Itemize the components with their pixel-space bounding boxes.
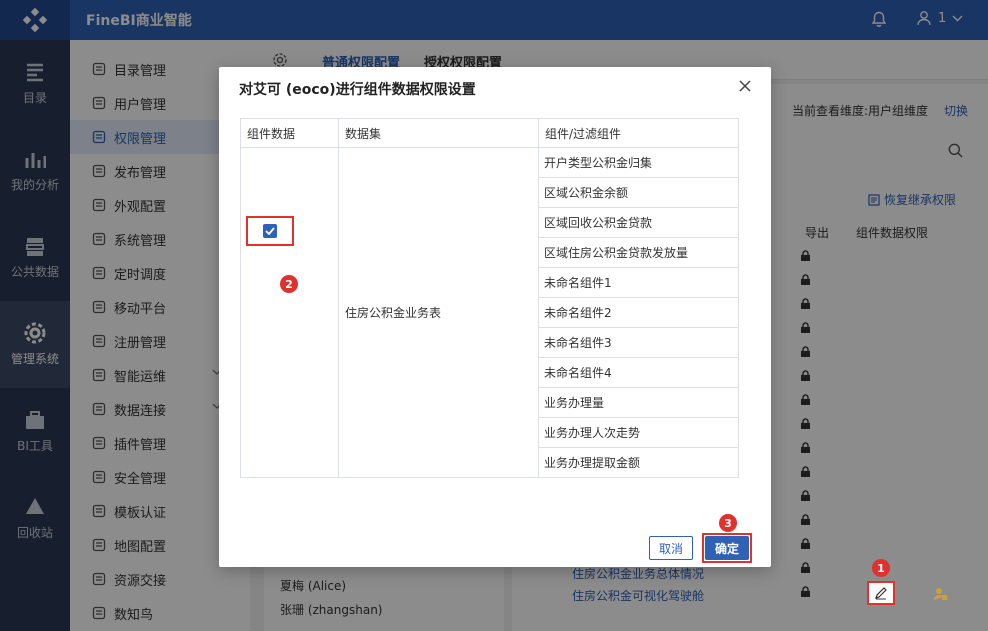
header-widget-data: 组件数据 bbox=[240, 118, 339, 148]
permission-table: 组件数据 数据集 组件/过滤组件 住房公积金业务表 开户类型公积金归集 区域公积金余… bbox=[240, 118, 739, 478]
widget-cell: 区域公积金余额 bbox=[538, 177, 739, 208]
widget-data-checkbox[interactable] bbox=[263, 224, 277, 238]
widget-cell: 业务办理量 bbox=[538, 387, 739, 418]
checkbox-cell bbox=[240, 147, 339, 478]
step-badge-2: 2 bbox=[280, 275, 298, 293]
dialog-title: 对艾可 (eoco)进行组件数据权限设置 bbox=[239, 82, 476, 98]
widget-data-checkbox-highlight bbox=[246, 216, 294, 246]
header-widget: 组件/过滤组件 bbox=[538, 118, 739, 148]
widget-cell: 未命名组件1 bbox=[538, 267, 739, 298]
close-icon[interactable] bbox=[739, 79, 751, 95]
pencil-icon bbox=[875, 587, 887, 600]
dataset-cell: 住房公积金业务表 bbox=[338, 147, 539, 478]
user-lock-icon[interactable] bbox=[934, 587, 948, 605]
table-row: 住房公积金业务表 开户类型公积金归集 bbox=[240, 147, 739, 478]
widget-cell: 未命名组件2 bbox=[538, 297, 739, 328]
widget-cell: 未命名组件3 bbox=[538, 327, 739, 358]
edit-permission-button[interactable] bbox=[867, 581, 895, 605]
widget-cell: 区域住房公积金贷款发放量 bbox=[538, 237, 739, 268]
widget-permission-dialog: 对艾可 (eoco)进行组件数据权限设置 组件数据 数据集 组件/过滤组件 住房… bbox=[219, 67, 771, 567]
widget-cell: 区域回收公积金贷款 bbox=[538, 207, 739, 238]
widget-cell: 业务办理提取金额 bbox=[538, 447, 739, 478]
step-badge-1: 1 bbox=[872, 559, 890, 577]
widget-cell: 业务办理人次走势 bbox=[538, 417, 739, 448]
widget-cell: 未命名组件4 bbox=[538, 357, 739, 388]
check-icon bbox=[265, 227, 275, 235]
header-dataset: 数据集 bbox=[338, 118, 539, 148]
step-badge-3: 3 bbox=[719, 514, 737, 532]
cancel-button[interactable]: 取消 bbox=[649, 536, 693, 560]
widget-cell: 开户类型公积金归集 bbox=[538, 147, 739, 178]
ok-button[interactable]: 确定 bbox=[705, 536, 749, 560]
